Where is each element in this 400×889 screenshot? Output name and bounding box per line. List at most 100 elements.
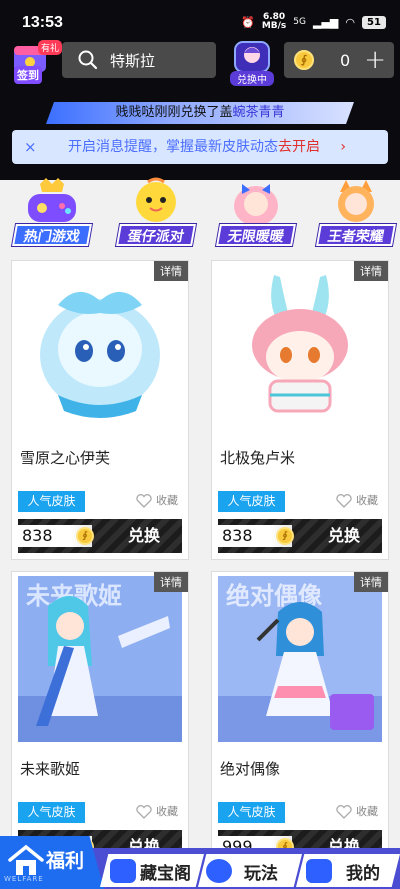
- category-label: 无限暖暖: [216, 224, 296, 246]
- exchange-status-button[interactable]: 兑换中: [227, 40, 277, 86]
- product-name: 雪原之心伊芙: [20, 449, 111, 467]
- enable-notifications-link[interactable]: 去开启: [278, 139, 320, 155]
- nav-label: 我的: [346, 864, 380, 884]
- ticker-highlight: 蜿茶青青: [232, 105, 285, 120]
- popular-skin-tag: 人气皮肤: [18, 802, 85, 823]
- product-image[interactable]: 绝对偶像: [218, 576, 382, 742]
- category-label: 蛋仔派对: [116, 224, 196, 246]
- heart-icon: [336, 494, 352, 508]
- category-label: 王者荣耀: [316, 224, 396, 246]
- category-row: 热门游戏 蛋仔派对 无限暖暖 王者荣耀: [0, 172, 400, 252]
- product-name: 绝对偶像: [220, 760, 281, 778]
- detail-button[interactable]: 详情: [354, 261, 388, 281]
- network-speed: 6.80 MB/s: [262, 13, 286, 31]
- snow-eevee-skin-image: [18, 265, 182, 431]
- popular-skin-tag: 人气皮肤: [218, 491, 285, 512]
- status-icons: ⏰ 6.80 MB/s 5G ▂▄▆ ◠ 51: [241, 13, 386, 31]
- profile-icon: [306, 859, 332, 883]
- product-card[interactable]: 绝对偶像 详情 绝对偶像 人气皮肤 收藏 999 ∮ 兑换: [211, 571, 389, 871]
- nav-sublabel: WELFARE: [4, 875, 44, 883]
- signal-icon: ▂▄▆: [313, 15, 339, 29]
- exchange-ticker: 贱贱哒刚刚兑换了盖蜿茶青青: [46, 102, 354, 124]
- detail-button[interactable]: 详情: [154, 572, 188, 592]
- add-coins-button[interactable]: +: [364, 47, 386, 73]
- exchange-bar[interactable]: 838 ∮ 兑换: [218, 519, 382, 553]
- hero-character-icon: [338, 180, 374, 222]
- absolute-idol-skin-image: 绝对偶像: [218, 576, 382, 742]
- checkin-label: 签到: [14, 66, 42, 84]
- nav-label: 福利: [46, 850, 85, 872]
- notification-banner[interactable]: × 开启消息提醒，掌握最新皮肤动态去开启 ›: [12, 130, 388, 164]
- arctic-rabbit-skin-image: [218, 265, 382, 431]
- gear-icon: [206, 859, 232, 883]
- category-honor-of-kings[interactable]: 王者荣耀: [316, 176, 396, 250]
- checkin-button[interactable]: 有礼 签到: [10, 40, 62, 84]
- detail-button[interactable]: 详情: [354, 572, 388, 592]
- favorite-label: 收藏: [356, 494, 378, 507]
- favorite-button[interactable]: 收藏: [136, 802, 178, 822]
- exchange-bar[interactable]: 838 ∮ 兑换: [18, 519, 182, 553]
- favorite-label: 收藏: [356, 805, 378, 818]
- treasure-icon: [110, 859, 136, 883]
- wifi-icon: ◠: [345, 15, 355, 29]
- status-time: 13:53: [22, 14, 63, 31]
- nav-tab-treasure[interactable]: 藏宝阁: [100, 854, 204, 887]
- product-image[interactable]: [18, 265, 182, 431]
- heart-icon: [136, 494, 152, 508]
- future-diva-skin-image: 未来歌姬: [18, 576, 182, 742]
- favorite-label: 收藏: [156, 494, 178, 507]
- nav-tab-welfare[interactable]: 福利 WELFARE: [0, 836, 104, 889]
- close-icon[interactable]: ×: [24, 130, 37, 164]
- coin-icon: ∮: [76, 527, 94, 545]
- nikki-character-icon: [234, 184, 278, 226]
- ticker-text: 贱贱哒刚刚兑换了盖: [115, 105, 233, 120]
- speed-unit: MB/s: [261, 21, 287, 31]
- exchange-button[interactable]: 兑换: [328, 519, 360, 553]
- exchange-status-label: 兑换中: [230, 71, 274, 86]
- notification-message: 开启消息提醒，掌握最新皮肤动态: [68, 139, 278, 155]
- chevron-right-icon: ›: [340, 139, 346, 155]
- category-infinity-nikki[interactable]: 无限暖暖: [216, 176, 296, 250]
- nav-label: 玩法: [244, 864, 278, 884]
- search-bar[interactable]: 特斯拉: [62, 42, 216, 78]
- coin-balance-value: 0: [340, 50, 351, 70]
- product-name: 未来歌姬: [20, 760, 81, 778]
- status-bar: 13:53 ⏰ 6.80 MB/s 5G ▂▄▆ ◠ 51: [0, 0, 400, 38]
- top-header: 13:53 ⏰ 6.80 MB/s 5G ▂▄▆ ◠ 51 有礼 签到 特斯拉: [0, 0, 400, 180]
- heart-icon: [136, 805, 152, 819]
- coin-icon: ∮: [276, 527, 294, 545]
- nav-label: 藏宝阁: [140, 864, 191, 884]
- search-input[interactable]: 特斯拉: [110, 50, 155, 71]
- category-hot-games[interactable]: 热门游戏: [12, 176, 92, 250]
- detail-button[interactable]: 详情: [154, 261, 188, 281]
- network-type: 5G: [293, 17, 306, 27]
- coin-balance: ∮ 0 +: [284, 42, 394, 78]
- favorite-button[interactable]: 收藏: [336, 491, 378, 511]
- coin-icon: ∮: [294, 50, 314, 70]
- product-card[interactable]: 详情 北极兔卢米 人气皮肤 收藏 838 ∮ 兑换: [211, 260, 389, 560]
- favorite-button[interactable]: 收藏: [336, 802, 378, 822]
- eggy-character-icon: [136, 177, 176, 222]
- bottom-nav: 福利 WELFARE 藏宝阁 玩法 我的: [0, 836, 400, 889]
- product-name: 北极兔卢米: [220, 449, 296, 467]
- product-image[interactable]: 未来歌姬: [18, 576, 182, 742]
- product-image[interactable]: [218, 265, 382, 431]
- product-card[interactable]: 未来歌姬 详情 未来歌姬 人气皮肤 收藏 ∮ 兑换: [11, 571, 189, 871]
- checkin-badge: 有礼: [37, 40, 62, 55]
- nav-tab-profile[interactable]: 我的: [296, 854, 400, 887]
- product-card[interactable]: 详情 雪原之心伊芙 人气皮肤 收藏 838 ∮ 兑换: [11, 260, 189, 560]
- house-icon: [8, 844, 44, 875]
- popular-skin-tag: 人气皮肤: [218, 802, 285, 823]
- nav-tab-gameplay[interactable]: 玩法: [198, 854, 302, 887]
- exchange-button[interactable]: 兑换: [128, 519, 160, 553]
- battery-indicator: 51: [362, 15, 386, 29]
- favorite-button[interactable]: 收藏: [136, 491, 178, 511]
- heart-icon: [336, 805, 352, 819]
- category-label: 热门游戏: [12, 224, 92, 246]
- alarm-icon: ⏰: [241, 15, 255, 29]
- gamepad-crown-icon: [28, 178, 76, 222]
- search-icon: [78, 50, 98, 70]
- notification-text: 开启消息提醒，掌握最新皮肤动态去开启: [68, 130, 320, 164]
- favorite-label: 收藏: [156, 805, 178, 818]
- category-eggy-party[interactable]: 蛋仔派对: [116, 176, 196, 250]
